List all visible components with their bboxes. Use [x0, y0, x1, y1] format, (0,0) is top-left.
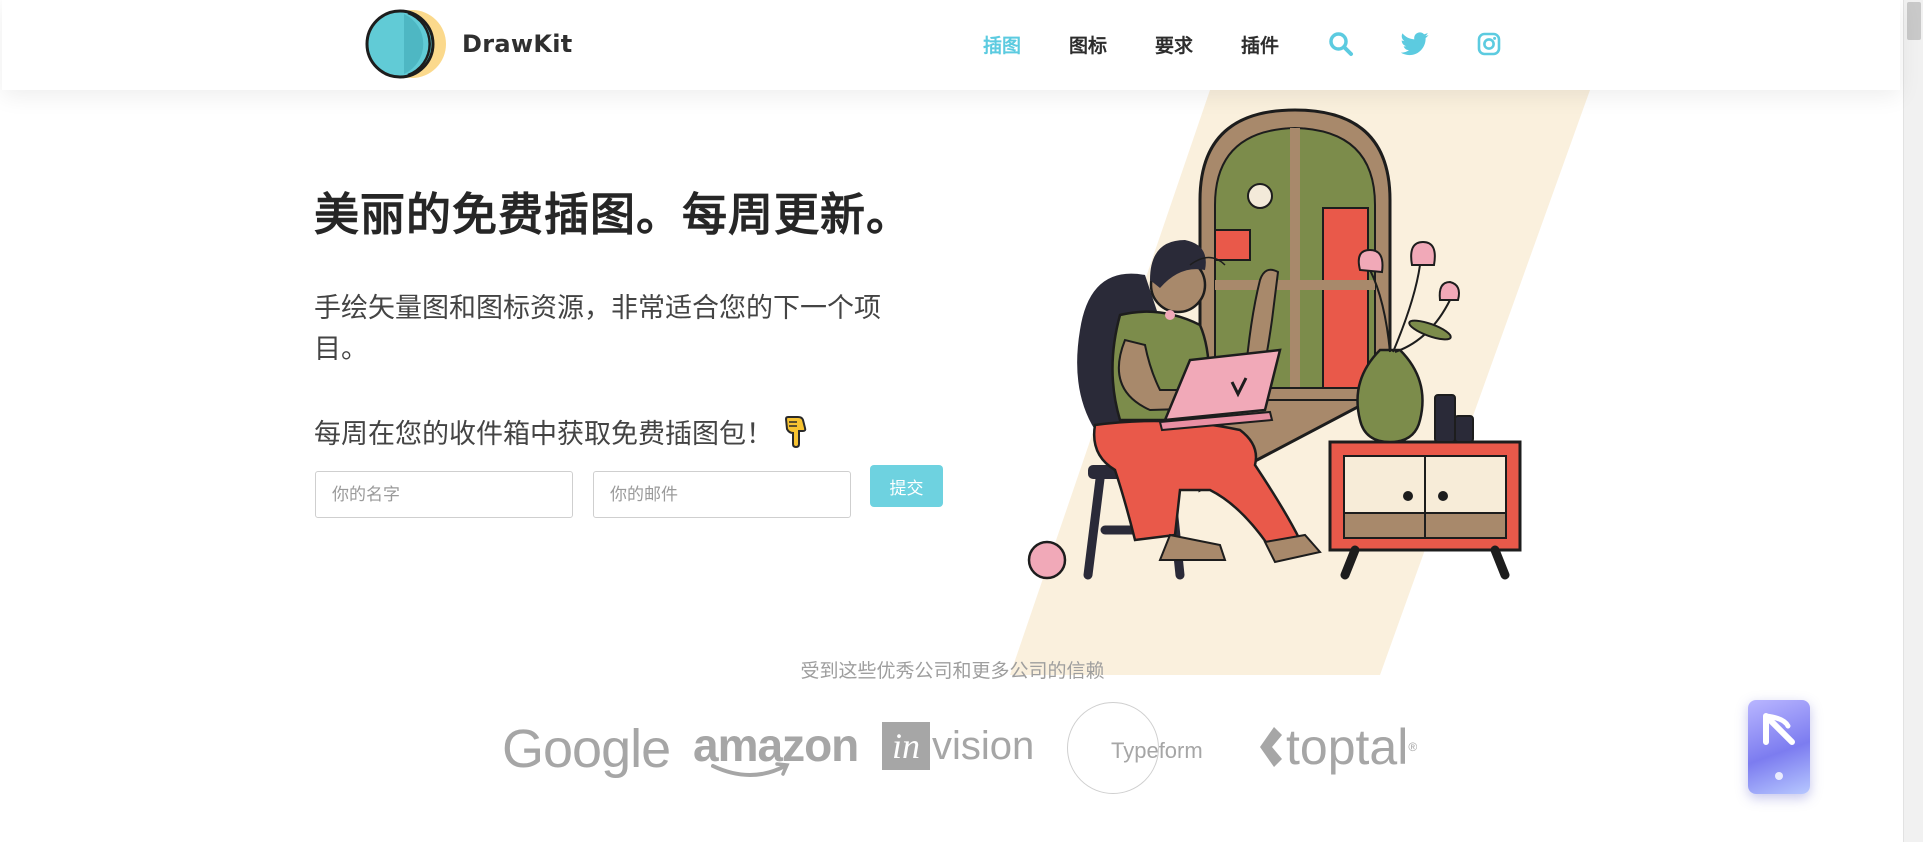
- email-input[interactable]: [593, 471, 851, 518]
- assistant-logo-icon: [1763, 713, 1795, 745]
- google-logo: Google: [502, 719, 671, 779]
- floating-assistant-button[interactable]: [1748, 700, 1810, 794]
- hero-subtitle: 手绘矢量图和图标资源，非常适合您的下一个项目。: [314, 293, 881, 365]
- invision-logo-text: vision: [932, 723, 1035, 768]
- amazon-smile-icon: [711, 762, 790, 777]
- twitter-icon[interactable]: [1401, 30, 1429, 58]
- company-logos: Google amazon in vision Typeform toptal ®: [500, 700, 1420, 800]
- scrollbar-thumb[interactable]: [1907, 2, 1921, 40]
- brand-name: DrawKit: [462, 30, 573, 58]
- nav-item-illustrations[interactable]: 插图: [983, 31, 1021, 58]
- typeform-logo: Typeform: [1067, 702, 1203, 794]
- invision-logo: in vision: [882, 722, 1034, 770]
- logo[interactable]: DrawKit: [364, 8, 573, 80]
- name-input[interactable]: [315, 471, 573, 518]
- amazon-logo: amazon: [693, 718, 859, 777]
- registered-mark: ®: [1408, 740, 1418, 754]
- toptal-mark-icon: [1260, 727, 1282, 767]
- toptal-logo-text: toptal: [1286, 719, 1409, 775]
- pointing-down-hand-icon: [784, 415, 807, 448]
- main-nav: 插图 图标 要求 插件: [983, 30, 1549, 58]
- typeform-logo-text: Typeform: [1111, 738, 1203, 763]
- newsletter-cta-text: 每周在您的收件箱中获取免费插图包！: [314, 419, 773, 450]
- nav-item-icons[interactable]: 图标: [1069, 31, 1107, 58]
- hero-illustration: [1010, 90, 1590, 675]
- assistant-indicator-dot: [1775, 772, 1783, 780]
- toptal-logo: toptal ®: [1256, 718, 1417, 776]
- newsletter-cta: 每周在您的收件箱中获取免费插图包！: [314, 412, 809, 451]
- nav-item-requests[interactable]: 要求: [1155, 31, 1193, 58]
- nav-item-plugins[interactable]: 插件: [1241, 31, 1279, 58]
- search-icon[interactable]: [1327, 30, 1355, 58]
- hero-title: 美丽的免费插图。每周更新。: [314, 188, 913, 241]
- vertical-scrollbar[interactable]: [1903, 0, 1923, 842]
- site-header: DrawKit 插图 图标 要求 插件: [2, 0, 1900, 90]
- submit-button[interactable]: 提交: [870, 465, 943, 507]
- instagram-icon[interactable]: [1475, 30, 1503, 58]
- page: DrawKit 插图 图标 要求 插件 美丽的免费插图。每周更新。 手绘矢量图和…: [0, 0, 1923, 842]
- invision-logo-box: in: [882, 722, 930, 770]
- drawkit-logo-icon: [365, 9, 446, 79]
- trusted-heading: 受到这些优秀公司和更多公司的信赖: [800, 660, 1105, 682]
